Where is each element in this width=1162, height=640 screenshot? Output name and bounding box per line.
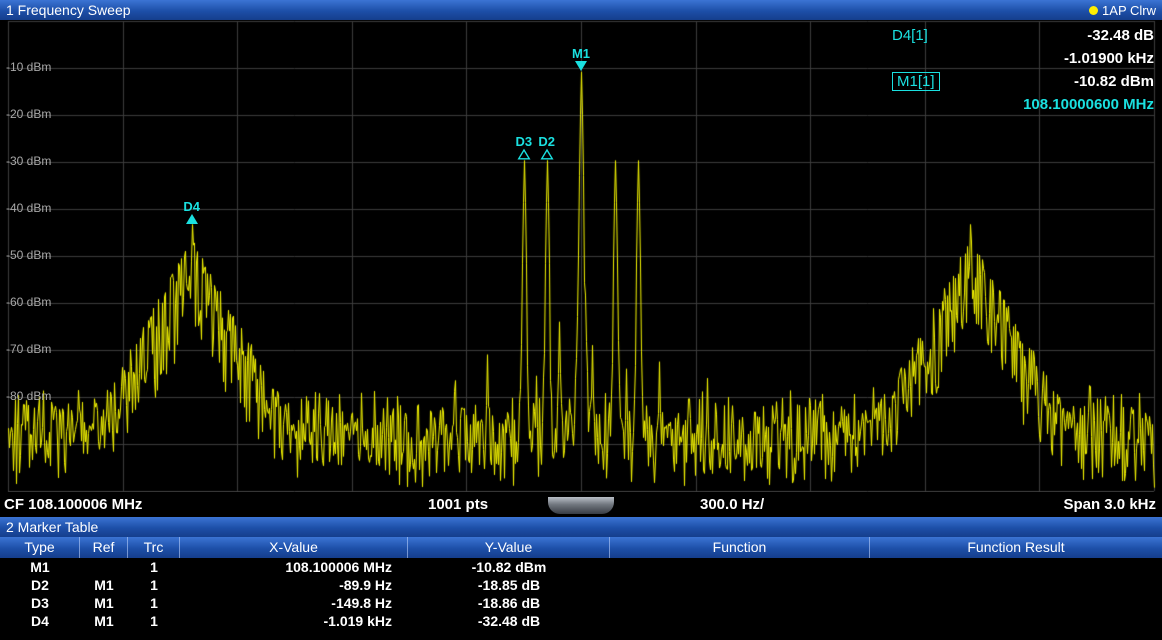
readout-value: -32.48 dB <box>1087 27 1154 44</box>
marker-table-header: Type Ref Trc X-Value Y-Value Function Fu… <box>0 537 1162 558</box>
y-axis-label: -30 dBm <box>6 155 51 167</box>
cell-x-value: -149.8 Hz <box>180 595 408 611</box>
marker-label: D3 <box>515 135 532 148</box>
trace-indicator[interactable]: 1AP Clrw <box>1089 3 1156 18</box>
marker-d4[interactable]: D4 <box>179 200 205 225</box>
cell-ref: M1 <box>80 577 128 593</box>
marker-table-title-bar[interactable]: 2 Marker Table <box>0 517 1162 537</box>
cell-y-value: -18.86 dB <box>408 595 610 611</box>
readout-value: -1.01900 kHz <box>1064 50 1154 67</box>
cell-y-value: -32.48 dB <box>408 613 610 629</box>
column-header-x-value: X-Value <box>180 537 408 558</box>
cell-trc: 1 <box>128 559 180 575</box>
y-axis-label: -50 dBm <box>6 249 51 261</box>
y-axis-label: -20 dBm <box>6 108 51 120</box>
marker-label: D4 <box>183 200 200 213</box>
marker-d2[interactable]: D2 <box>534 135 560 160</box>
trace-label: 1AP Clrw <box>1102 3 1156 18</box>
marker-label: M1 <box>572 47 590 60</box>
readout-value: 108.10000600 MHz <box>1023 96 1154 113</box>
table-row[interactable]: D4 M1 1 -1.019 kHz -32.48 dB <box>0 612 1162 630</box>
table-row[interactable]: D3 M1 1 -149.8 Hz -18.86 dB <box>0 594 1162 612</box>
window-title-bar[interactable]: 1 Frequency Sweep 1AP Clrw <box>0 0 1162 20</box>
y-axis-label: -70 dBm <box>6 343 51 355</box>
column-header-trc: Trc <box>128 537 180 558</box>
marker-m1[interactable]: M1 <box>568 47 594 72</box>
cell-x-value: 108.100006 MHz <box>180 559 408 575</box>
sweep-points-setting[interactable]: 1001 pts <box>428 496 488 513</box>
cell-ref: M1 <box>80 595 128 611</box>
cell-x-value: -89.9 Hz <box>180 577 408 593</box>
readout-row-d4-x[interactable]: -1.01900 kHz <box>892 47 1154 70</box>
window-splitter-handle[interactable] <box>548 497 614 514</box>
column-header-function: Function <box>610 537 870 558</box>
y-axis-label: -80 dBm <box>6 390 51 402</box>
cell-trc: 1 <box>128 613 180 629</box>
marker-triangle-icon <box>540 148 554 160</box>
cell-y-value: -18.85 dB <box>408 577 610 593</box>
span-setting[interactable]: Span 3.0 kHz <box>1063 496 1156 513</box>
cell-type: M1 <box>0 559 80 575</box>
window-title: 1 Frequency Sweep <box>6 2 131 18</box>
marker-table-body: M1 1 108.100006 MHz -10.82 dBm D2 M1 1 -… <box>0 558 1162 630</box>
trace-color-dot-icon <box>1089 6 1098 15</box>
cell-trc: 1 <box>128 577 180 593</box>
marker-table-title: 2 Marker Table <box>6 519 98 535</box>
readout-row-d4[interactable]: D4[1] -32.48 dB <box>892 24 1154 47</box>
readout-value: -10.82 dBm <box>1074 73 1154 90</box>
column-header-y-value: Y-Value <box>408 537 610 558</box>
column-header-ref: Ref <box>80 537 128 558</box>
scale-per-division[interactable]: 300.0 Hz/ <box>700 496 764 513</box>
marker-triangle-icon <box>574 60 588 72</box>
cell-ref: M1 <box>80 613 128 629</box>
cell-y-value: -10.82 dBm <box>408 559 610 575</box>
column-header-type: Type <box>0 537 80 558</box>
column-header-function-result: Function Result <box>870 537 1162 558</box>
cell-type: D4 <box>0 613 80 629</box>
spectrum-analyzer-screen: -10 dBm -20 dBm -30 dBm -40 dBm -50 dBm … <box>0 0 1162 640</box>
cell-trc: 1 <box>128 595 180 611</box>
readout-row-m1-x[interactable]: 108.10000600 MHz <box>892 93 1154 116</box>
readout-marker-name: M1[1] <box>892 72 940 91</box>
marker-readout-panel: D4[1] -32.48 dB -1.01900 kHz M1[1] -10.8… <box>892 24 1154 116</box>
table-row[interactable]: D2 M1 1 -89.9 Hz -18.85 dB <box>0 576 1162 594</box>
cell-x-value: -1.019 kHz <box>180 613 408 629</box>
y-axis-label: -10 dBm <box>6 61 51 73</box>
marker-d3[interactable]: D3 <box>511 135 537 160</box>
cell-type: D2 <box>0 577 80 593</box>
y-axis-label: -60 dBm <box>6 296 51 308</box>
marker-triangle-icon <box>517 148 531 160</box>
readout-marker-name: D4[1] <box>892 27 928 44</box>
cell-type: D3 <box>0 595 80 611</box>
marker-triangle-icon <box>185 213 199 225</box>
table-row[interactable]: M1 1 108.100006 MHz -10.82 dBm <box>0 558 1162 576</box>
marker-label: D2 <box>538 135 555 148</box>
readout-row-m1[interactable]: M1[1] -10.82 dBm <box>892 70 1154 93</box>
center-frequency-setting[interactable]: CF 108.100006 MHz <box>4 496 142 513</box>
y-axis-label: -40 dBm <box>6 202 51 214</box>
